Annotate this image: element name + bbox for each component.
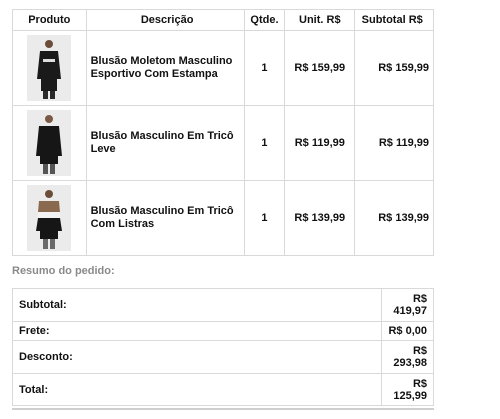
divider: [12, 408, 434, 410]
product-subtotal: R$ 119,99: [354, 105, 434, 181]
product-subtotal: R$ 159,99: [354, 30, 434, 106]
summary-total-value: R$ 125,99: [381, 373, 434, 406]
product-image-cell: [12, 30, 87, 106]
product-image[interactable]: [27, 35, 72, 101]
table-row: Blusão Masculino Em Tricô Com Listras 1 …: [12, 180, 434, 256]
summary-frete-label: Frete:: [12, 321, 382, 341]
product-image-cell: [12, 105, 87, 181]
summary-desconto-label: Desconto:: [12, 340, 382, 374]
order-summary-table: Subtotal: R$ 419,97 Frete: R$ 0,00 Desco…: [12, 288, 434, 406]
summary-row-total: Total: R$ 125,99: [12, 373, 434, 406]
header-subtotal: Subtotal R$: [354, 9, 434, 31]
product-image[interactable]: [27, 110, 72, 176]
header-unit-price: Unit. R$: [284, 9, 356, 31]
summary-desconto-value: R$ 293,98: [381, 340, 434, 374]
product-subtotal: R$ 139,99: [354, 180, 434, 256]
summary-row-subtotal: Subtotal: R$ 419,97: [12, 288, 434, 322]
summary-subtotal-value: R$ 419,97: [381, 288, 434, 322]
header-product: Produto: [12, 9, 87, 31]
striped-sweater-icon: [36, 190, 63, 249]
product-description: Blusão Masculino Em Tricô Leve: [85, 105, 245, 181]
product-image[interactable]: [27, 185, 72, 251]
product-unit-price: R$ 119,99: [284, 105, 356, 181]
header-qty: Qtde.: [243, 9, 286, 31]
product-unit-price: R$ 159,99: [284, 30, 356, 106]
sweater-icon: [36, 115, 63, 174]
product-unit-price: R$ 139,99: [284, 180, 356, 256]
product-image-cell: [12, 180, 87, 256]
product-qty: 1: [243, 180, 286, 256]
header-description: Descrição: [85, 9, 245, 31]
order-items-table: Produto Descrição Qtde. Unit. R$ Subtota…: [12, 9, 434, 256]
summary-total-label: Total:: [12, 373, 382, 406]
product-description: Blusão Masculino Em Tricô Com Listras: [85, 180, 245, 256]
summary-frete-value: R$ 0,00: [381, 321, 434, 341]
table-header-row: Produto Descrição Qtde. Unit. R$ Subtota…: [12, 9, 434, 31]
table-row: Blusão Moletom Masculino Esportivo Com E…: [12, 30, 434, 106]
summary-row-desconto: Desconto: R$ 293,98: [12, 340, 434, 374]
order-summary-title: Resumo do pedido:: [12, 265, 115, 277]
product-qty: 1: [243, 30, 286, 106]
product-description: Blusão Moletom Masculino Esportivo Com E…: [85, 30, 245, 106]
product-qty: 1: [243, 105, 286, 181]
sweatshirt-icon: [37, 40, 62, 99]
summary-row-frete: Frete: R$ 0,00: [12, 321, 434, 341]
summary-subtotal-label: Subtotal:: [12, 288, 382, 322]
table-row: Blusão Masculino Em Tricô Leve 1 R$ 119,…: [12, 105, 434, 181]
